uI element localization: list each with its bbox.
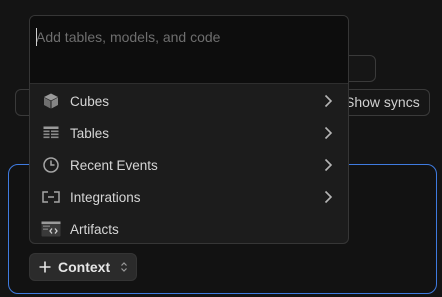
- table-icon: [41, 123, 61, 143]
- clock-icon: [41, 155, 61, 175]
- menu-item-tables[interactable]: Tables: [30, 117, 348, 149]
- context-popover: Cubes Tables Recent Ev: [29, 15, 349, 244]
- search-input[interactable]: [36, 26, 336, 48]
- sort-icon: [121, 262, 128, 272]
- context-button-label: Context: [58, 259, 111, 275]
- integrations-icon: [41, 187, 61, 207]
- chevron-right-icon: [324, 126, 333, 140]
- menu-item-label: Artifacts: [70, 221, 119, 237]
- search-area: [30, 16, 348, 84]
- chevron-right-icon: [324, 190, 333, 204]
- menu-item-recent-events[interactable]: Recent Events: [30, 149, 348, 181]
- menu-item-artifacts[interactable]: Artifacts: [30, 213, 348, 243]
- context-menu: Cubes Tables Recent Events Integrations …: [30, 85, 348, 243]
- menu-item-label: Tables: [70, 125, 110, 141]
- menu-item-label: Integrations: [70, 189, 141, 205]
- menu-item-label: Recent Events: [70, 157, 158, 173]
- text-caret: [36, 28, 37, 46]
- artifact-icon: [41, 219, 61, 239]
- menu-item-integrations[interactable]: Integrations: [30, 181, 348, 213]
- plus-icon: [39, 261, 51, 273]
- menu-item-label: Cubes: [70, 93, 110, 109]
- chevron-right-icon: [324, 158, 333, 172]
- cube-icon: [41, 91, 61, 111]
- menu-item-cubes[interactable]: Cubes: [30, 85, 348, 117]
- show-syncs-label: Show syncs: [345, 94, 420, 110]
- context-button[interactable]: Context: [29, 253, 137, 281]
- chevron-right-icon: [324, 94, 333, 108]
